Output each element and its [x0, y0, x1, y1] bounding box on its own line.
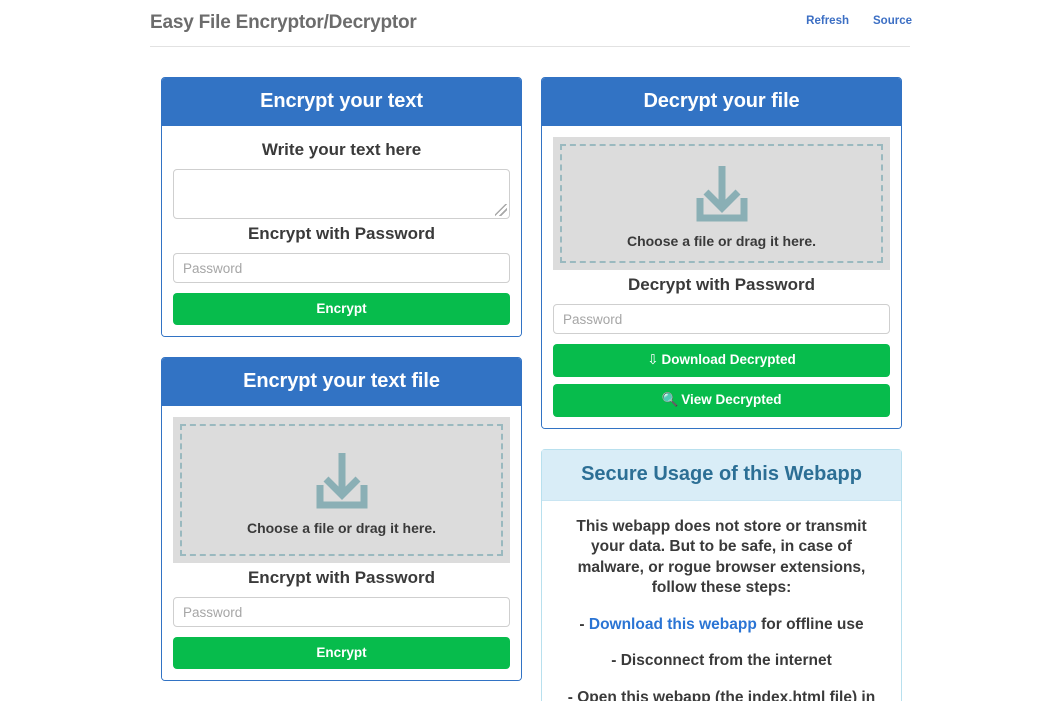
download-decrypted-label: Download Decrypted — [661, 352, 796, 367]
magnifier-icon: 🔍 — [661, 392, 679, 407]
plaintext-textarea[interactable] — [173, 169, 510, 219]
view-decrypted-button[interactable]: 🔍 View Decrypted — [553, 384, 890, 417]
secure-usage-step-3: - Open this webapp (the index.html file)… — [567, 688, 876, 701]
encrypt-file-panel: Encrypt your text file Choose a file or … — [161, 357, 522, 681]
refresh-link[interactable]: Refresh — [806, 15, 849, 27]
secure-usage-title: Secure Usage of this Webapp — [542, 450, 901, 501]
decrypt-file-password-input[interactable] — [553, 304, 890, 334]
encrypt-text-panel: Encrypt your text Write your text here E… — [161, 77, 522, 337]
header-links: Refresh Source — [806, 15, 912, 27]
decrypt-file-panel-title: Decrypt your file — [542, 78, 901, 126]
decrypt-file-panel-body: Choose a file or drag it here. Decrypt w… — [542, 126, 901, 428]
encrypt-file-dropzone-inner: Choose a file or drag it here. — [180, 424, 503, 556]
decrypt-file-password-label: Decrypt with Password — [627, 275, 816, 294]
encrypt-text-panel-body: Write your text here Encrypt with Passwo… — [162, 126, 521, 336]
step-1-suffix: for offline use — [756, 615, 864, 633]
secure-usage-panel: Secure Usage of this Webapp This webapp … — [541, 449, 902, 701]
decrypt-file-dropzone[interactable]: Choose a file or drag it here. — [553, 137, 890, 270]
download-decrypted-button[interactable]: ⇩ Download Decrypted — [553, 344, 890, 377]
decrypt-file-panel: Decrypt your file Choose a file or drag … — [541, 77, 902, 429]
encrypt-text-panel-title: Encrypt your text — [162, 78, 521, 126]
view-decrypted-label: View Decrypted — [681, 392, 782, 407]
encrypt-file-dropzone[interactable]: Choose a file or drag it here. — [173, 417, 510, 563]
encrypt-text-button[interactable]: Encrypt — [173, 293, 510, 325]
decrypt-file-dropzone-inner: Choose a file or drag it here. — [560, 144, 883, 263]
download-arrow-icon — [316, 453, 367, 509]
page-title: Easy File Encryptor/Decryptor — [150, 12, 417, 33]
left-column: Encrypt your text Write your text here E… — [161, 77, 522, 701]
download-arrow-glyph-icon: ⇩ — [647, 352, 659, 367]
source-link[interactable]: Source — [873, 15, 912, 27]
encrypt-file-password-label: Encrypt with Password — [247, 568, 436, 587]
header-divider — [150, 46, 910, 47]
encrypt-text-password-input[interactable] — [173, 253, 510, 283]
step-1-prefix: - — [579, 615, 589, 633]
page-header: Easy File Encryptor/Decryptor Refresh So… — [150, 0, 912, 48]
download-arrow-icon — [696, 166, 747, 222]
download-webapp-link[interactable]: Download this webapp — [589, 616, 757, 633]
resize-grip-icon[interactable] — [495, 204, 507, 216]
secure-usage-step-2: - Disconnect from the internet — [611, 652, 832, 670]
encrypt-file-button[interactable]: Encrypt — [173, 637, 510, 669]
secure-usage-step-1: - Download this webapp for offline use — [560, 615, 883, 635]
encrypt-file-panel-body: Choose a file or drag it here. Encrypt w… — [162, 406, 521, 680]
encrypt-file-panel-title: Encrypt your text file — [162, 358, 521, 406]
encrypt-text-password-label: Encrypt with Password — [247, 224, 436, 243]
right-column: Decrypt your file Choose a file or drag … — [541, 77, 902, 701]
write-text-label: Write your text here — [261, 140, 422, 159]
encrypt-file-password-input[interactable] — [173, 597, 510, 627]
decrypt-file-dropzone-text: Choose a file or drag it here. — [626, 233, 817, 249]
secure-usage-intro: This webapp does not store or transmit y… — [576, 518, 867, 597]
encrypt-file-dropzone-text: Choose a file or drag it here. — [246, 520, 437, 536]
app-page: Easy File Encryptor/Decryptor Refresh So… — [0, 0, 1059, 701]
secure-usage-body: This webapp does not store or transmit y… — [542, 501, 901, 701]
